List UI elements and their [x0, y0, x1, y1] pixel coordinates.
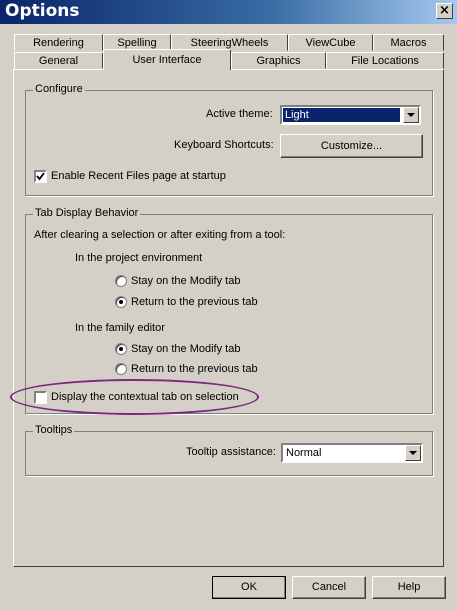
family-stay-modify-radio[interactable]	[115, 343, 127, 355]
keyboard-shortcuts-label: Keyboard Shortcuts:	[174, 139, 274, 151]
help-button[interactable]: Help	[372, 576, 446, 599]
chevron-down-icon	[407, 113, 415, 117]
tooltips-group-label: Tooltips	[33, 424, 75, 436]
tab-display-intro: After clearing a selection or after exit…	[34, 229, 286, 241]
tab-graphics[interactable]: Graphics	[231, 52, 326, 69]
close-icon: ×	[439, 3, 450, 18]
family-return-previous-radio[interactable]	[115, 363, 127, 375]
configure-group-label: Configure	[33, 83, 85, 95]
tab-display-group: Tab Display Behavior	[25, 207, 433, 414]
tooltip-assistance-select[interactable]: Normal	[281, 443, 423, 463]
dropdown-button[interactable]	[405, 445, 421, 461]
tab-rendering[interactable]: Rendering	[14, 34, 103, 51]
title-bar: Options ×	[0, 0, 457, 24]
checkmark-icon	[36, 172, 45, 181]
project-stay-modify-label: Stay on the Modify tab	[131, 275, 241, 287]
dropdown-button[interactable]	[403, 107, 419, 123]
tab-user-interface[interactable]: User Interface	[103, 49, 231, 70]
ok-button[interactable]: OK	[212, 576, 286, 599]
tab-macros[interactable]: Macros	[373, 34, 444, 51]
project-env-label: In the project environment	[75, 252, 203, 264]
active-theme-select[interactable]: Light	[280, 105, 421, 125]
project-return-previous-radio[interactable]	[115, 296, 127, 308]
family-stay-modify-label: Stay on the Modify tab	[131, 343, 241, 355]
tab-viewcube[interactable]: ViewCube	[288, 34, 373, 51]
project-stay-modify-radio[interactable]	[115, 275, 127, 287]
family-return-previous-label: Return to the previous tab	[131, 363, 258, 375]
tooltip-assistance-value: Normal	[286, 447, 322, 459]
recent-files-label: Enable Recent Files page at startup	[51, 170, 226, 182]
customize-button[interactable]: Customize...	[280, 134, 423, 158]
contextual-tab-label: Display the contextual tab on selection	[51, 391, 239, 403]
project-return-previous-label: Return to the previous tab	[131, 296, 258, 308]
family-editor-label: In the family editor	[75, 322, 165, 334]
window-title: Options	[5, 1, 80, 21]
tab-file-locations[interactable]: File Locations	[326, 52, 444, 69]
chevron-down-icon	[409, 451, 417, 455]
close-button[interactable]: ×	[436, 3, 453, 19]
recent-files-checkbox[interactable]	[34, 170, 47, 183]
active-theme-label: Active theme:	[206, 108, 273, 120]
tab-general[interactable]: General	[14, 52, 103, 69]
contextual-tab-checkbox[interactable]	[34, 391, 47, 404]
tooltip-assistance-label: Tooltip assistance:	[186, 446, 276, 458]
tab-display-group-label: Tab Display Behavior	[33, 207, 141, 219]
cancel-button[interactable]: Cancel	[292, 576, 366, 599]
active-theme-value: Light	[283, 108, 400, 122]
options-dialog: Options × Rendering Spelling SteeringWhe…	[0, 0, 457, 610]
